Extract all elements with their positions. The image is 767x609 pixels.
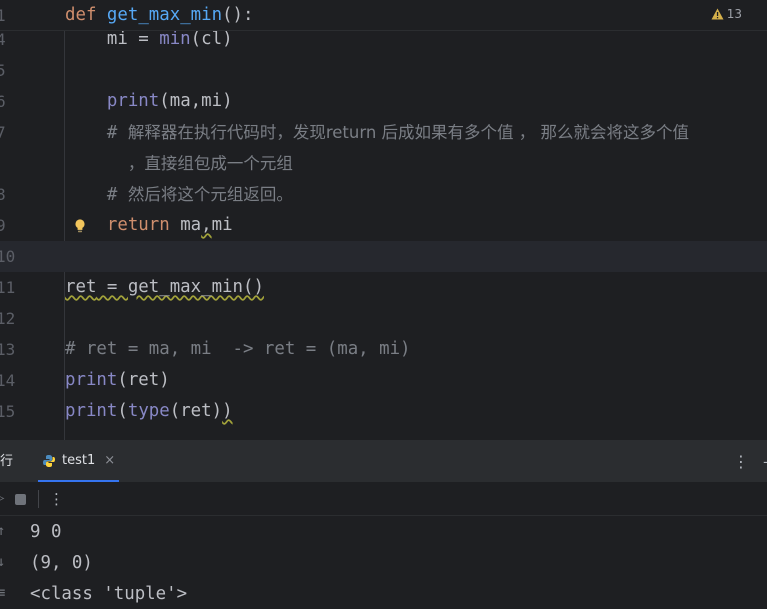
run-toolbar: ▷ ⋮ <box>0 482 767 516</box>
tab-test1[interactable]: test1 × <box>38 441 120 482</box>
code-token: ret <box>65 277 97 297</box>
code-token: type <box>127 401 170 421</box>
code-token: return <box>106 215 170 235</box>
sticky-code: def get_max_min(): <box>65 0 254 31</box>
code-token: ，直接组包成一个元组 <box>127 154 293 173</box>
code-token: min <box>159 29 191 49</box>
code-line[interactable]: 9 return ma,mi <box>0 210 767 241</box>
code-token: # <box>65 123 128 143</box>
scroll-down-icon[interactable]: ↓ <box>0 554 5 570</box>
line-code: # ret = ma, mi -> ret = (ma, mi) <box>65 334 411 365</box>
line-number: 6 <box>0 92 6 111</box>
line-number: 12 <box>0 309 16 328</box>
code-line[interactable]: 14 print(ret) <box>0 365 767 396</box>
line-number: 9 <box>0 216 6 235</box>
code-line[interactable]: 7 # 解释器在执行代码时，发现return 后成如果有多个值 ， 那么就会将这… <box>0 117 767 148</box>
line-number: 7 <box>0 123 6 142</box>
output-line: <class 'tuple'> <box>30 584 188 604</box>
code-token: print <box>65 370 118 390</box>
code-token: print <box>65 401 118 421</box>
code-token: ma <box>169 215 202 235</box>
console-output[interactable]: ↑ ↓ ≡ 9 0 (9, 0) <class 'tuple'> <box>0 517 767 609</box>
line-number: 15 <box>0 402 16 421</box>
code-token: (): <box>222 5 254 25</box>
code-token: (cl) <box>190 29 233 49</box>
warning-icon <box>711 8 724 20</box>
line-code: ret = get_max_min() <box>65 272 264 303</box>
warnings-count: 13 <box>726 7 742 21</box>
code-line[interactable]: 5 <box>0 55 767 86</box>
run-tool-window: 行 test1 × ⋮ – ▷ ⋮ ↑ ↓ ≡ 9 0 (9, 0) <clas… <box>0 440 767 609</box>
code-token: (ret) <box>117 370 170 390</box>
tab-label: test1 <box>62 453 96 468</box>
toolbar-divider <box>38 490 39 508</box>
line-number <box>0 148 26 179</box>
code-token: def <box>65 5 97 25</box>
output-line: (9, 0) <box>30 553 93 573</box>
run-label: 行 <box>0 454 14 469</box>
code-token: print <box>106 91 160 111</box>
code-token: (ret) <box>169 401 223 421</box>
code-line[interactable]: 6 print(ma,mi) <box>0 86 767 117</box>
code-token: # <box>65 185 128 205</box>
more-icon[interactable]: ⋮ <box>733 441 749 482</box>
code-line[interactable]: 13 # ret = ma, mi -> ret = (ma, mi) <box>0 334 767 365</box>
code-editor[interactable]: 4 mi = min(cl) 5 6 print(ma,mi) 7 # 解释器在执行代… <box>0 0 767 440</box>
code-line[interactable]: 11 ret = get_max_min() <box>0 272 767 303</box>
inspection-widget[interactable]: 13 <box>711 4 742 24</box>
scroll-up-icon[interactable]: ↑ <box>0 523 5 539</box>
stop-icon[interactable] <box>15 494 26 505</box>
line-code: ，直接组包成一个元组 <box>65 148 293 179</box>
line-number: 13 <box>0 340 16 359</box>
code-line[interactable]: 8 # 然后将这个元组返回。 <box>0 179 767 210</box>
close-icon[interactable]: × <box>104 453 115 468</box>
code-token: (ma,mi) <box>159 91 233 111</box>
code-line[interactable]: 15 print(type(ret)) <box>0 396 767 427</box>
line-number: 8 <box>0 185 6 204</box>
more-icon[interactable]: ⋮ <box>49 482 64 516</box>
line-code: print(ma,mi) <box>65 86 233 117</box>
code-token: mi <box>211 215 233 235</box>
code-token: 解释器在执行代码时，发现return 后成如果有多个值 ， 那么就会将这多个值 <box>127 123 690 142</box>
line-number: 5 <box>0 61 6 80</box>
sticky-function-header[interactable]: 1 def get_max_min(): 13 <box>0 0 767 31</box>
current-line[interactable]: 10 <box>0 241 767 272</box>
code-token: ) <box>222 401 233 421</box>
minimize-icon[interactable]: – <box>763 441 767 482</box>
soft-wrap-icon[interactable]: ≡ <box>0 585 5 601</box>
code-token: ( <box>117 401 128 421</box>
line-code: # 然后将这个元组返回。 <box>65 179 293 210</box>
line-number: 1 <box>0 6 6 25</box>
code-token: 然后将这个元组返回。 <box>127 185 293 204</box>
line-code: print(ret) <box>65 365 170 396</box>
code-token: get_max_min <box>106 5 223 25</box>
line-code: print(type(ret)) <box>65 396 233 427</box>
line-code: return ma,mi <box>65 210 233 241</box>
code-token: = get_max_min() <box>96 277 264 297</box>
code-line[interactable]: 12 <box>0 303 767 334</box>
line-number: 10 <box>0 247 16 266</box>
line-number: 14 <box>0 371 16 390</box>
rerun-icon[interactable]: ▷ <box>0 490 4 506</box>
code-token: , <box>201 215 212 235</box>
line-number: 11 <box>0 278 16 297</box>
python-icon <box>43 454 55 467</box>
code-line[interactable]: ，直接组包成一个元组 <box>0 148 767 179</box>
code-token: # ret = ma, mi -> ret = (ma, mi) <box>65 339 411 359</box>
line-code: # 解释器在执行代码时，发现return 后成如果有多个值 ， 那么就会将这多个… <box>65 117 689 148</box>
code-token: mi = <box>65 29 160 49</box>
run-tool-header: 行 test1 × ⋮ – <box>0 441 767 482</box>
output-line: 9 0 <box>30 522 62 542</box>
